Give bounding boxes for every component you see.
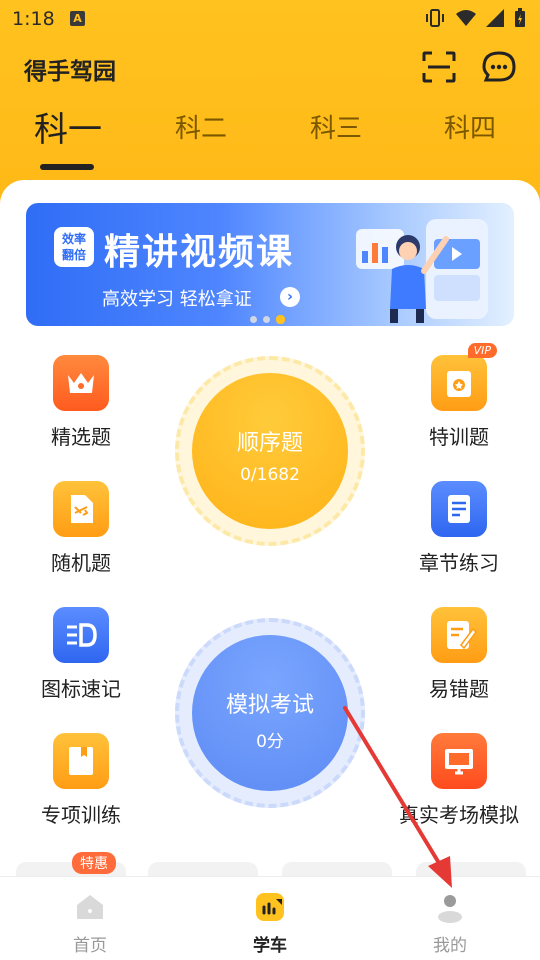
notification-icon: A: [70, 11, 85, 26]
feature-label: 专项训练: [41, 803, 121, 827]
mock-exam-label: 模拟考试: [225, 693, 314, 718]
tab-ke-san[interactable]: 科三: [310, 108, 362, 145]
chevron-right-icon: ›: [280, 287, 300, 307]
sequential-practice-button[interactable]: 顺序题 0/1682: [175, 356, 365, 546]
app-header: 得手驾园: [0, 46, 540, 90]
document-icon: [431, 481, 487, 537]
vibrate-icon: [426, 9, 444, 27]
carousel-indicators: [250, 315, 285, 324]
mock-exam-button[interactable]: 模拟考试 0分: [175, 618, 365, 808]
nav-home[interactable]: 首页: [40, 891, 140, 956]
home-icon: [74, 891, 106, 923]
medal-icon: VIP: [431, 343, 497, 411]
feature-intensive-training[interactable]: VIP 特训题: [399, 343, 519, 450]
feature-label: 真实考场模拟: [399, 803, 519, 827]
crown-icon: [53, 355, 109, 411]
feature-sign-memo[interactable]: 图标速记: [21, 607, 141, 702]
learn-driving-icon: [254, 891, 286, 923]
tab-ke-er[interactable]: 科二: [175, 108, 227, 145]
sequential-progress: 0/1682: [240, 465, 300, 485]
teacher-illustration: [356, 219, 488, 323]
scan-icon[interactable]: [420, 49, 458, 85]
message-icon[interactable]: [480, 49, 518, 85]
nav-profile[interactable]: 我的: [400, 891, 500, 956]
edit-note-icon: [431, 607, 487, 663]
feature-label: 随机题: [51, 551, 111, 575]
tab-indicator: [40, 164, 94, 170]
wifi-icon: [456, 10, 476, 26]
feature-label: 特训题: [429, 425, 489, 449]
feature-label: 精选题: [51, 425, 111, 449]
subject-tabs: 科一 科二 科三 科四: [0, 108, 540, 170]
nav-label: 首页: [73, 936, 107, 956]
mock-exam-core: 模拟考试 0分: [192, 635, 348, 791]
app-title: 得手驾园: [24, 59, 116, 85]
shuffle-icon: [53, 481, 109, 537]
feature-label: 图标速记: [41, 677, 121, 701]
promo-badge: 特惠: [72, 852, 116, 874]
badge-line2: 翻倍: [61, 248, 86, 262]
feature-random-questions[interactable]: 随机题: [21, 481, 141, 576]
monitor-icon: [431, 733, 487, 789]
feature-chapter-practice[interactable]: 章节练习: [399, 481, 519, 576]
book-icon: [53, 733, 109, 789]
feature-real-exam-simulation[interactable]: 真实考场模拟: [399, 733, 519, 828]
bottom-navigation: 首页 学车 我的: [0, 876, 540, 960]
feature-label: 章节练习: [419, 551, 499, 575]
carousel-dot: [263, 316, 270, 323]
nav-label: 学车: [253, 936, 287, 956]
tab-ke-yi[interactable]: 科一: [34, 102, 102, 151]
signal-icon: [486, 9, 504, 27]
efficiency-badge: 效率 翻倍: [54, 227, 94, 267]
nav-learn-driving[interactable]: 学车: [220, 891, 320, 956]
carousel-dot: [250, 316, 257, 323]
nav-label: 我的: [433, 936, 467, 956]
feature-selected-questions[interactable]: 精选题: [21, 355, 141, 450]
sequential-label: 顺序题: [236, 431, 303, 456]
vip-badge: VIP: [467, 343, 497, 358]
battery-icon: [515, 8, 525, 27]
sequential-practice-core: 顺序题 0/1682: [192, 373, 348, 529]
badge-line1: 效率: [61, 232, 86, 246]
tab-ke-si[interactable]: 科四: [444, 108, 496, 145]
status-time: 1:18: [12, 8, 55, 30]
banner-headline: 精讲视频课: [104, 232, 295, 273]
carousel-dot-active: [276, 315, 285, 324]
user-icon: [434, 891, 466, 923]
sign-memo-icon: [53, 607, 109, 663]
video-course-banner[interactable]: 效率 翻倍 精讲视频课 高效学习 轻松拿证 ›: [26, 203, 514, 326]
feature-special-training[interactable]: 专项训练: [21, 733, 141, 828]
feature-error-prone[interactable]: 易错题: [399, 607, 519, 702]
feature-label: 易错题: [429, 677, 489, 701]
system-icons: [424, 8, 526, 28]
banner-subtitle: 高效学习 轻松拿证: [102, 289, 252, 310]
mock-exam-score: 0分: [256, 732, 284, 752]
status-bar: 1:18 A: [0, 0, 540, 38]
